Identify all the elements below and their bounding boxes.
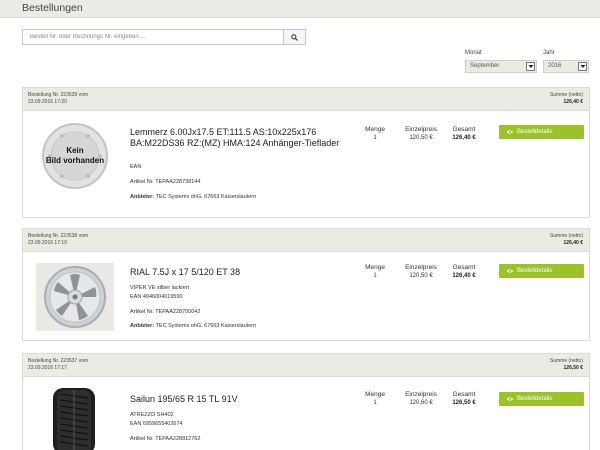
eye-icon — [506, 269, 514, 273]
product-variant: ATREZZO SH402 — [130, 412, 174, 418]
product-image-rim — [36, 263, 114, 331]
product-name-line1: Lemmerz 6.00Jx17.5 ET:111.5 AS:10x225x17… — [130, 127, 317, 137]
total-header: Gesamt — [452, 264, 476, 271]
product-ean: EAN 6959655402674 — [130, 421, 183, 427]
order-date: 23.09.2016 17:20 — [28, 99, 67, 105]
order-meta: Bestellung Nr. 223538 vom 23.09.2016 17:… — [28, 233, 88, 247]
year-select-value: 2016 — [548, 63, 562, 69]
year-label: Jahr — [543, 50, 555, 56]
product-ean: EAN — [130, 164, 142, 170]
provider-label: Anbieter: — [130, 323, 155, 329]
product-name: Sailun 195/65 R 15 TL 91V — [130, 394, 238, 404]
qty-value: 1 — [373, 135, 377, 141]
qty-header: Menge — [365, 391, 385, 398]
order-details-button[interactable]: Bestelldetails — [499, 264, 584, 278]
search-button[interactable] — [283, 30, 305, 44]
order-sum-label: Summe (netto) — [549, 233, 583, 239]
order-card: Bestellung Nr. 223539 vom 23.09.2016 17:… — [22, 87, 590, 218]
order-sum: Summe (netto) 126,50 € — [550, 358, 583, 372]
provider-name: TEC Systems ohG, 67663 Kaiserslautern — [155, 323, 257, 329]
product-name: Lemmerz 6.00Jx17.5 ET:111.5 AS:10x225x17… — [130, 127, 339, 149]
order-sum-label: Summe (netto) — [549, 358, 583, 364]
provider-name: TEC Systems ohG, 67663 Kaiserslautern — [155, 194, 257, 200]
order-details-label: Bestelldetails — [517, 129, 553, 135]
order-sum-label: Summe (netto) — [549, 92, 583, 98]
no-image-text-line2: Bild vorhanden — [46, 156, 104, 165]
order-date: 23.09.2016 17:19 — [28, 240, 67, 246]
unit-price-value: 120,50 € — [409, 135, 433, 141]
order-header: Bestellung Nr. 223539 vom 23.09.2016 17:… — [23, 88, 589, 111]
order-details-button[interactable]: Bestelldetails — [499, 125, 584, 139]
unit-price-header: Einzelpreis — [405, 391, 437, 398]
month-label: Monat — [465, 50, 482, 56]
unit-price-header: Einzelpreis — [405, 126, 437, 133]
search-box — [22, 29, 306, 45]
month-select[interactable]: September — [465, 60, 537, 73]
product-article: Artikel Nr. TEPAA228700042 — [130, 309, 201, 315]
order-sum-value: 126,40 € — [563, 240, 583, 246]
provider-label: Anbieter: — [130, 194, 155, 200]
order-number: Bestellung Nr. 223539 vom — [28, 92, 89, 98]
search-icon — [291, 33, 298, 41]
year-select[interactable]: 2016 — [543, 60, 589, 73]
product-provider: Anbieter: TEC Systems ohG, 67663 Kaisers… — [130, 322, 256, 330]
product-article: Artikel Nr. TEPAA228738144 — [130, 179, 201, 185]
page-header: Bestellungen — [0, 0, 600, 18]
total-value: 126,40 € — [452, 273, 476, 279]
qty-header: Menge — [365, 126, 385, 133]
no-image-text-line1: Kein — [66, 146, 83, 155]
unit-price-header: Einzelpreis — [405, 264, 437, 271]
eye-icon — [506, 397, 514, 401]
order-details-label: Bestelldetails — [517, 396, 553, 402]
order-header: Bestellung Nr. 223538 vom 23.09.2016 17:… — [23, 229, 589, 252]
order-number: Bestellung Nr. 223538 vom — [28, 233, 89, 239]
order-meta: Bestellung Nr. 223539 vom 23.09.2016 17:… — [28, 92, 88, 106]
total-value: 126,40 € — [452, 135, 476, 141]
order-card: Bestellung Nr. 223537 vom 23.09.2016 17:… — [22, 353, 590, 450]
unit-price-value: 120,50 € — [409, 273, 433, 279]
product-name: RIAL 7.5J x 17 5/120 ET 38 — [130, 267, 241, 277]
total-value: 126,50 € — [452, 400, 476, 406]
order-sum-value: 126,40 € — [563, 99, 583, 105]
product-variant: VIPER VE silber lackiert — [130, 285, 189, 291]
order-sum-value: 126,50 € — [563, 365, 583, 371]
product-name-line2: BA:M22DS36 RZ:(MZ) HMA:124 Anhänger-Tief… — [130, 138, 340, 148]
unit-price-value: 120,60 € — [409, 400, 433, 406]
product-article: Artikel Nr. TEPAA228812762 — [130, 436, 201, 442]
order-details-button[interactable]: Bestelldetails — [499, 392, 584, 406]
no-image-placeholder: Kein Bild vorhanden — [42, 123, 108, 189]
product-provider: Anbieter: TEC Systems ohG, 67663 Kaisers… — [130, 193, 256, 201]
order-meta: Bestellung Nr. 223537 vom 23.09.2016 17:… — [28, 358, 88, 372]
qty-value: 1 — [373, 273, 377, 279]
total-header: Gesamt — [452, 391, 476, 398]
order-sum: Summe (netto) 126,40 € — [550, 92, 583, 106]
eye-icon — [506, 130, 514, 134]
month-select-value: September — [470, 63, 500, 69]
chevron-down-icon — [578, 62, 587, 71]
order-header: Bestellung Nr. 223537 vom 23.09.2016 17:… — [23, 354, 589, 377]
total-header: Gesamt — [452, 126, 476, 133]
chevron-down-icon — [526, 62, 535, 71]
product-ean: EAN 4046004019590 — [130, 294, 183, 300]
qty-header: Menge — [365, 264, 385, 271]
order-details-label: Bestelldetails — [517, 268, 553, 274]
search-input[interactable] — [23, 30, 285, 44]
order-number: Bestellung Nr. 223537 vom — [28, 358, 89, 364]
order-date: 23.09.2016 17:17 — [28, 365, 67, 371]
order-card: Bestellung Nr. 223538 vom 23.09.2016 17:… — [22, 228, 590, 341]
page-title: Bestellungen — [22, 2, 83, 14]
product-image-tire — [53, 388, 95, 450]
order-sum: Summe (netto) 126,40 € — [550, 233, 583, 247]
qty-value: 1 — [373, 400, 377, 406]
